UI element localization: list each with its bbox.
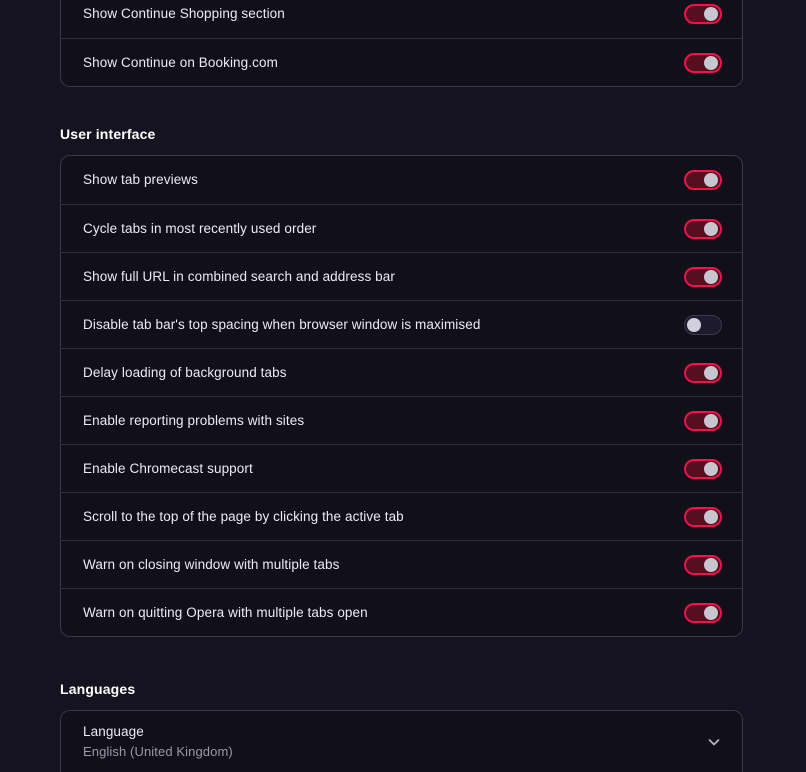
- toggle-knob: [704, 509, 718, 524]
- setting-row-show-continue-shopping[interactable]: Show Continue Shopping section: [61, 0, 742, 38]
- setting-label: Disable tab bar's top spacing when brows…: [83, 316, 481, 332]
- toggle-knob: [687, 317, 701, 332]
- toggle-disable-tab-bar-top-spacing[interactable]: [684, 314, 722, 335]
- toggle-warn-quitting-opera[interactable]: [684, 602, 722, 623]
- toggle-warn-closing-window[interactable]: [684, 554, 722, 575]
- setting-label: Warn on quitting Opera with multiple tab…: [83, 604, 368, 620]
- setting-label: Language: [83, 724, 144, 739]
- toggle-delay-loading-background-tabs[interactable]: [684, 362, 722, 383]
- setting-label: Scroll to the top of the page by clickin…: [83, 508, 404, 524]
- setting-row-enable-reporting-problems[interactable]: Enable reporting problems with sites: [61, 396, 742, 444]
- toggle-knob: [704, 7, 718, 21]
- setting-label: Cycle tabs in most recently used order: [83, 220, 317, 236]
- toggle-knob: [704, 55, 718, 70]
- setting-row-disable-tab-bar-top-spacing[interactable]: Disable tab bar's top spacing when brows…: [61, 300, 742, 348]
- setting-row-warn-closing-window[interactable]: Warn on closing window with multiple tab…: [61, 540, 742, 588]
- setting-row-enable-chromecast[interactable]: Enable Chromecast support: [61, 444, 742, 492]
- setting-label: Show Continue on Booking.com: [83, 54, 278, 70]
- toggle-knob: [704, 413, 718, 428]
- language-label-stack: Language English (United Kingdom): [83, 723, 233, 760]
- setting-row-warn-quitting-opera[interactable]: Warn on quitting Opera with multiple tab…: [61, 588, 742, 636]
- toggle-knob: [704, 605, 718, 620]
- start-page-settings-card: Show Continue Shopping section Show Cont…: [60, 0, 743, 87]
- setting-label: Show tab previews: [83, 172, 199, 187]
- languages-settings-card: Language English (United Kingdom): [60, 710, 743, 772]
- toggle-scroll-to-top-active-tab[interactable]: [684, 506, 722, 527]
- section-heading-languages: Languages: [60, 681, 136, 697]
- toggle-cycle-tabs-mru[interactable]: [684, 218, 722, 239]
- toggle-enable-reporting-problems[interactable]: [684, 410, 722, 431]
- setting-label: Delay loading of background tabs: [83, 364, 287, 380]
- setting-row-show-continue-booking[interactable]: Show Continue on Booking.com: [61, 38, 742, 86]
- toggle-show-continue-booking[interactable]: [684, 52, 722, 73]
- toggle-knob: [704, 461, 718, 476]
- setting-row-cycle-tabs-mru[interactable]: Cycle tabs in most recently used order: [61, 204, 742, 252]
- toggle-knob: [704, 269, 718, 284]
- toggle-knob: [704, 173, 718, 187]
- setting-row-show-tab-previews[interactable]: Show tab previews: [61, 156, 742, 204]
- user-interface-settings-card: Show tab previews Cycle tabs in most rec…: [60, 155, 743, 637]
- toggle-show-full-url[interactable]: [684, 266, 722, 287]
- setting-label: Show Continue Shopping section: [83, 6, 285, 21]
- toggle-show-continue-shopping[interactable]: [684, 4, 722, 24]
- setting-label: Enable Chromecast support: [83, 460, 253, 476]
- toggle-knob: [704, 557, 718, 572]
- setting-row-scroll-to-top-active-tab[interactable]: Scroll to the top of the page by clickin…: [61, 492, 742, 540]
- settings-page: Show Continue Shopping section Show Cont…: [0, 0, 806, 772]
- toggle-enable-chromecast[interactable]: [684, 458, 722, 479]
- setting-label: Enable reporting problems with sites: [83, 412, 305, 428]
- toggle-knob: [704, 221, 718, 236]
- setting-row-show-full-url[interactable]: Show full URL in combined search and add…: [61, 252, 742, 300]
- setting-label: Warn on closing window with multiple tab…: [83, 556, 340, 572]
- language-current-value: English (United Kingdom): [83, 744, 233, 759]
- setting-row-language[interactable]: Language English (United Kingdom): [61, 711, 742, 772]
- toggle-show-tab-previews[interactable]: [684, 170, 722, 190]
- setting-label: Show full URL in combined search and add…: [83, 268, 395, 284]
- chevron-down-icon[interactable]: [706, 734, 722, 750]
- setting-row-delay-loading-background-tabs[interactable]: Delay loading of background tabs: [61, 348, 742, 396]
- section-heading-user-interface: User interface: [60, 126, 156, 142]
- toggle-knob: [704, 365, 718, 380]
